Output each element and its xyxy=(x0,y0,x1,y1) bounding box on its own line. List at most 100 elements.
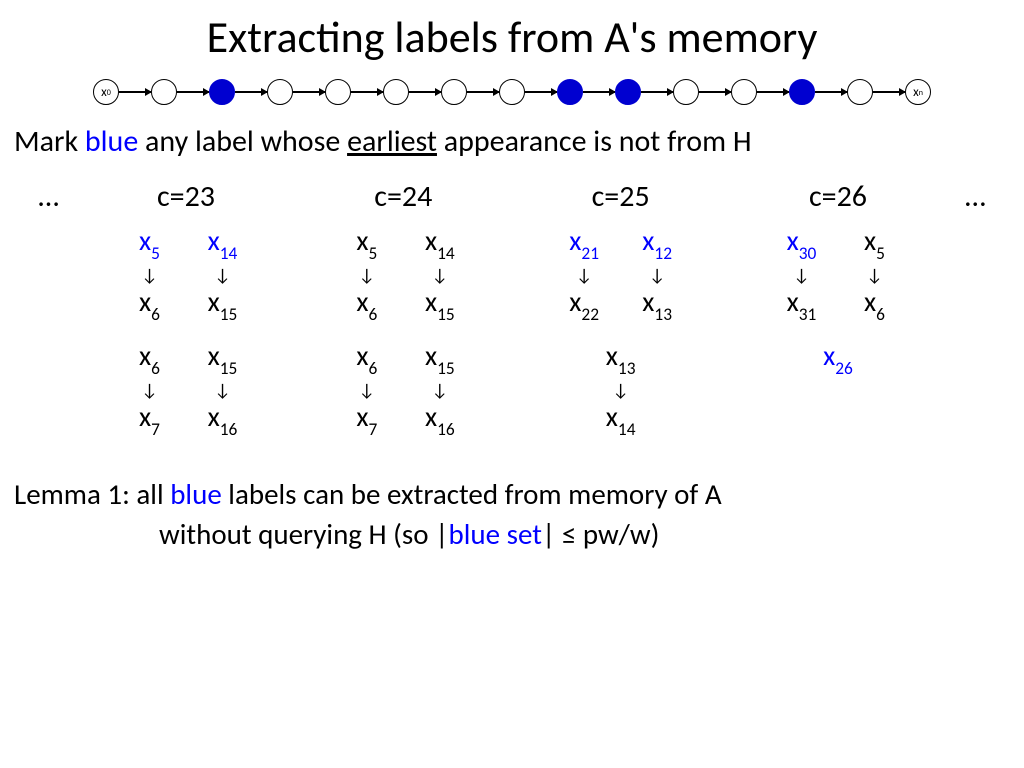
arrow-icon xyxy=(177,91,209,93)
term-row: x30 x5 xyxy=(738,223,938,262)
term-row: x14 xyxy=(521,399,721,438)
empty-node xyxy=(267,79,293,105)
single-term: x26 xyxy=(738,338,938,377)
arrow-icon xyxy=(815,91,847,93)
empty-node xyxy=(383,79,409,105)
term: x6 xyxy=(847,284,902,323)
term: x31 xyxy=(774,284,829,323)
term: x22 xyxy=(557,284,612,323)
term-row: x21 x12 xyxy=(521,223,721,262)
column-header: c=25 xyxy=(521,178,721,215)
arrow-icon xyxy=(293,91,325,93)
down-arrow-icon: ↓ xyxy=(195,383,250,397)
arrow-icon xyxy=(873,91,905,93)
arrow-icon xyxy=(351,91,383,93)
term-row: x7 x16 xyxy=(303,399,503,438)
blue-word: blue xyxy=(170,476,222,512)
term: x14 xyxy=(593,399,648,438)
blue-node xyxy=(209,79,235,105)
term-row: x5 x14 xyxy=(86,223,286,262)
down-arrow-icon: ↓ xyxy=(339,268,394,282)
term-row: x7x16 xyxy=(86,399,286,438)
blue-word: blue set xyxy=(448,516,541,552)
column-header: c=24 xyxy=(303,178,503,215)
arrow-icon xyxy=(583,91,615,93)
term: x5 xyxy=(122,223,177,262)
blue-word: blue xyxy=(85,123,138,160)
term-row: x13 xyxy=(521,338,721,377)
arrow-icon xyxy=(757,91,789,93)
column: c=25x21x12↓↓x22x13x13↓x14 xyxy=(521,178,721,453)
term-row: x22 x13 xyxy=(521,284,721,323)
columns-container: … c=23x5x14↓↓x6x15x6x15↓↓x7x16 c=24x5x14… xyxy=(0,178,1024,453)
empty-node xyxy=(847,79,873,105)
blue-node xyxy=(789,79,815,105)
arrow-icon xyxy=(525,91,557,93)
label-node: xn xyxy=(905,79,931,105)
down-arrow-icon: ↓ xyxy=(557,268,612,282)
term-row: x6x15 xyxy=(86,338,286,377)
arrow-row: ↓↓ xyxy=(303,268,503,282)
empty-node xyxy=(731,79,757,105)
text: | ≤ pw/w) xyxy=(542,516,659,552)
mark-instruction: Mark blue any label whose earliest appea… xyxy=(14,123,1024,160)
term: x14 xyxy=(412,223,467,262)
blue-node xyxy=(557,79,583,105)
term: x12 xyxy=(630,223,685,262)
arrow-row: ↓↓ xyxy=(86,268,286,282)
term-row: x6x15 xyxy=(86,284,286,323)
lemma-line1: Lemma 1: all blue labels can be extracte… xyxy=(14,475,1024,514)
term-row: x5x14 xyxy=(303,223,503,262)
lemma-line2: without querying H (so |blue set| ≤ pw/w… xyxy=(14,515,1024,554)
arrow-row: ↓↓ xyxy=(303,383,503,397)
term: x16 xyxy=(412,399,467,438)
node-chain: x0 xn xyxy=(0,79,1024,105)
term: x13 xyxy=(630,284,685,323)
term: x21 xyxy=(557,223,612,262)
term: x7 xyxy=(122,399,177,438)
arrow-row: ↓ xyxy=(521,383,721,397)
ellipsis-left: … xyxy=(29,178,69,453)
arrow-icon xyxy=(409,91,441,93)
arrow-row: ↓↓ xyxy=(738,268,938,282)
down-arrow-icon: ↓ xyxy=(412,383,467,397)
text: Mark xyxy=(14,123,85,160)
slide-title: Extracting labels from A's memory xyxy=(0,0,1024,64)
term: x30 xyxy=(774,223,829,262)
term: x13 xyxy=(593,338,648,377)
text: labels can be extracted from memory of A xyxy=(222,476,722,512)
text: any label whose xyxy=(138,123,347,160)
down-arrow-icon: ↓ xyxy=(122,383,177,397)
term: x15 xyxy=(412,338,467,377)
arrow-icon xyxy=(467,91,499,93)
down-arrow-icon: ↓ xyxy=(412,268,467,282)
column: c=24x5x14↓↓x6x15x6x15↓↓x7x16 xyxy=(303,178,503,453)
column-header: c=23 xyxy=(86,178,286,215)
text: appearance is not from H xyxy=(437,123,752,160)
down-arrow-icon: ↓ xyxy=(593,383,648,397)
arrow-icon xyxy=(699,91,731,93)
term: x14 xyxy=(195,223,250,262)
term: x6 xyxy=(339,284,394,323)
term: x7 xyxy=(339,399,394,438)
earliest-word: earliest xyxy=(347,123,437,160)
down-arrow-icon: ↓ xyxy=(339,383,394,397)
empty-node xyxy=(151,79,177,105)
term: x5 xyxy=(847,223,902,262)
text: Lemma 1: all xyxy=(14,476,170,512)
term: x15 xyxy=(195,338,250,377)
down-arrow-icon: ↓ xyxy=(122,268,177,282)
label-node: x0 xyxy=(93,79,119,105)
arrow-icon xyxy=(641,91,673,93)
empty-node xyxy=(441,79,467,105)
empty-node xyxy=(499,79,525,105)
arrow-row: ↓↓ xyxy=(521,268,721,282)
empty-node xyxy=(673,79,699,105)
term: x15 xyxy=(412,284,467,323)
term: x15 xyxy=(195,284,250,323)
column: c=26 x30 x5 ↓↓ x31 x6 x26 xyxy=(738,178,938,453)
down-arrow-icon: ↓ xyxy=(195,268,250,282)
down-arrow-icon: ↓ xyxy=(630,268,685,282)
column-header: c=26 xyxy=(738,178,938,215)
blue-node xyxy=(615,79,641,105)
